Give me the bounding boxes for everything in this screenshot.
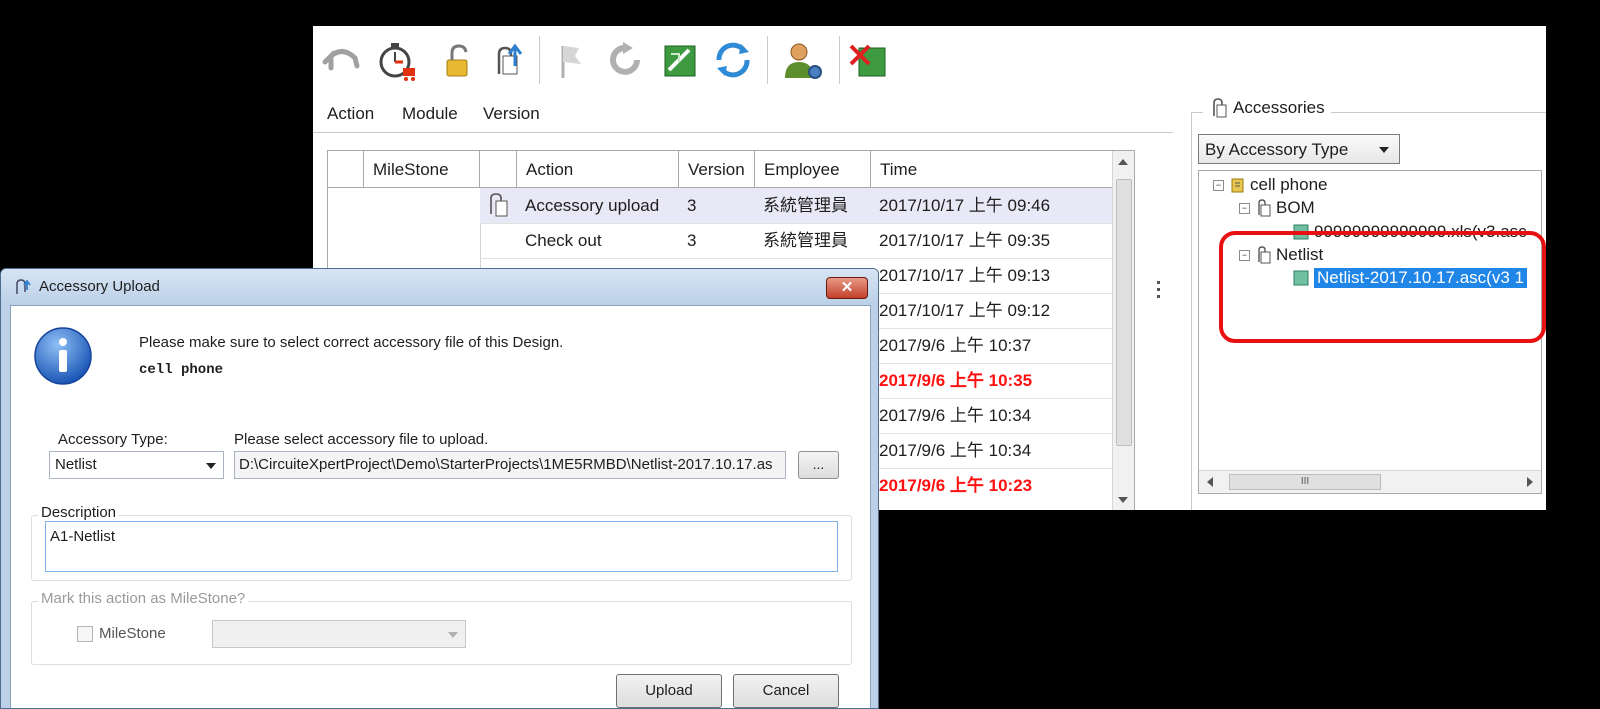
cell-employee: 系統管理員 — [763, 196, 848, 215]
edit-schematic-icon[interactable] — [657, 36, 705, 84]
collapse-toggle[interactable]: − — [1213, 179, 1224, 191]
sync-icon[interactable] — [709, 36, 757, 84]
scroll-thumb[interactable]: III — [1229, 474, 1381, 490]
milestone-checkbox[interactable] — [77, 626, 93, 642]
tab-action[interactable]: Action — [327, 104, 374, 124]
info-icon — [34, 327, 92, 385]
browse-button[interactable]: ... — [798, 451, 839, 479]
callout-highlight — [1219, 231, 1546, 343]
tab-bar: Action Module Version — [313, 98, 1173, 133]
paperclip-icon — [1258, 199, 1271, 217]
design-name: cell phone — [139, 362, 224, 378]
header-version[interactable]: Version — [679, 151, 755, 187]
grid-header: MileStone Action Version Employee Time — [328, 151, 1134, 188]
cell-time: 2017/9/6 上午 10:37 — [879, 336, 1032, 355]
milestone-legend: Mark this action as MileStone? — [38, 590, 249, 607]
vertical-scrollbar[interactable] — [1112, 151, 1134, 510]
splitter-grip[interactable] — [1157, 281, 1161, 305]
description-legend: Description — [38, 504, 120, 521]
header-time[interactable]: Time — [871, 151, 1113, 187]
close-button[interactable]: ✕ — [826, 277, 868, 299]
table-row[interactable]: Check out 3 系統管理員 2017/10/17 上午 09:35 — [328, 223, 1134, 258]
refresh-icon[interactable] — [601, 36, 649, 84]
header-milestone[interactable]: MileStone — [364, 151, 480, 187]
app-icon — [16, 279, 31, 294]
upload-button[interactable]: Upload — [616, 674, 722, 708]
dialog-message: Please make sure to select correct acces… — [139, 334, 564, 351]
tab-module[interactable]: Module — [402, 104, 458, 124]
description-input[interactable]: A1-Netlist — [45, 521, 838, 572]
paperclip-doc-icon — [486, 193, 508, 217]
cell-time: 2017/9/6 上午 10:35 — [879, 371, 1033, 390]
accessory-type-value: Netlist — [55, 456, 97, 473]
dialog-title: Accessory Upload — [39, 278, 160, 295]
scroll-thumb[interactable] — [1116, 179, 1132, 446]
cell-employee: 系統管理員 — [763, 231, 848, 250]
accessories-title-label: Accessories — [1233, 98, 1325, 117]
cell-action: Check out — [525, 231, 602, 250]
design-icon — [1231, 178, 1244, 193]
flag-icon[interactable] — [547, 36, 595, 84]
cell-action: Accessory upload — [525, 196, 660, 215]
dialog-titlebar: Accessory Upload ✕ — [1, 269, 878, 303]
milestone-select[interactable] — [212, 620, 466, 648]
accessory-type-label: Accessory Type: — [58, 431, 168, 448]
cell-time: 2017/10/17 上午 09:46 — [879, 196, 1051, 215]
table-row[interactable]: Accessory upload 3 系統管理員 2017/10/17 上午 09:4… — [328, 188, 1134, 223]
undo-icon[interactable] — [319, 36, 367, 84]
accessories-title: Accessories — [1203, 98, 1331, 118]
tree-node-root[interactable]: − cell phone — [1213, 175, 1328, 195]
cell-time: 2017/10/17 上午 09:13 — [879, 266, 1051, 285]
toolbar — [313, 26, 1546, 98]
cell-version: 3 — [687, 196, 697, 215]
header-icon — [480, 151, 517, 187]
chevron-down-icon — [448, 632, 458, 638]
timer-cart-icon[interactable] — [373, 36, 421, 84]
accessory-filter-dropdown[interactable]: By Accessory Type — [1198, 134, 1400, 164]
file-select-label: Please select accessory file to upload. — [234, 431, 489, 448]
collapse-toggle[interactable]: − — [1239, 202, 1250, 214]
upload-attachment-icon[interactable] — [483, 36, 531, 84]
accessory-upload-dialog: Accessory Upload ✕ Please make sure to s… — [0, 268, 879, 709]
file-path-field[interactable]: D:\CircuiteXpertProject\Demo\StarterProj… — [234, 451, 786, 479]
user-settings-icon[interactable] — [779, 36, 827, 84]
accessory-filter-value: By Accessory Type — [1205, 140, 1349, 159]
close-icon: ✕ — [840, 279, 854, 296]
tab-version[interactable]: Version — [483, 104, 540, 124]
tree-label-bom: BOM — [1276, 198, 1315, 217]
unlock-icon[interactable] — [433, 36, 481, 84]
accessory-type-select[interactable]: Netlist — [49, 451, 224, 479]
cell-version: 3 — [687, 231, 697, 250]
header-employee[interactable]: Employee — [755, 151, 871, 187]
delete-schematic-icon[interactable] — [845, 36, 893, 84]
horizontal-scrollbar[interactable]: III — [1199, 470, 1541, 493]
cell-time: 2017/10/17 上午 09:12 — [879, 301, 1051, 320]
tree-label-root: cell phone — [1250, 175, 1328, 194]
paperclip-icon — [1213, 98, 1227, 118]
cell-time: 2017/10/17 上午 09:35 — [879, 231, 1051, 250]
tree-node-bom[interactable]: − BOM — [1239, 198, 1315, 218]
cancel-button[interactable]: Cancel — [733, 674, 839, 708]
dialog-body: Please make sure to select correct acces… — [10, 305, 871, 708]
chevron-down-icon — [206, 463, 216, 469]
header-action[interactable]: Action — [517, 151, 679, 187]
milestone-checkbox-label: MileStone — [99, 625, 166, 642]
chevron-down-icon — [1379, 147, 1389, 153]
cell-time: 2017/9/6 上午 10:34 — [879, 441, 1032, 460]
cell-time: 2017/9/6 上午 10:34 — [879, 406, 1032, 425]
header-blank — [328, 151, 364, 187]
cell-time: 2017/9/6 上午 10:23 — [879, 476, 1033, 495]
